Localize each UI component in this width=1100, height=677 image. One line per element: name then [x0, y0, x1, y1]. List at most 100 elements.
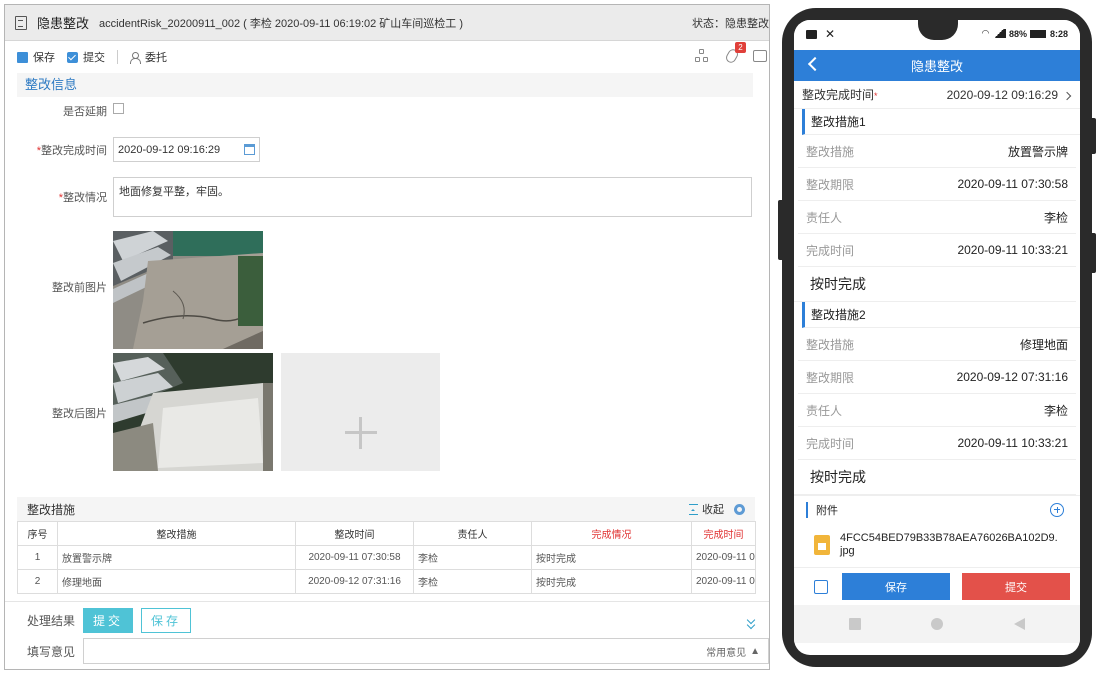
comment-icon[interactable] — [753, 50, 767, 62]
attachment-label: 附件 — [806, 501, 838, 518]
measure-group-title: 整改措施2 — [802, 302, 1080, 328]
collapse-icon[interactable] — [689, 503, 698, 515]
table-cell: 1 — [17, 545, 58, 570]
measure-group-title: 整改措施1 — [802, 109, 1080, 135]
finish-time-input[interactable]: 2020-09-12 09:16:29 — [113, 137, 260, 162]
mobile-nav-bar: 隐患整改 — [794, 50, 1080, 81]
system-nav-bar — [794, 605, 1080, 643]
mobile-submit-button[interactable]: 提交 — [962, 573, 1070, 600]
message-icon — [806, 29, 817, 39]
save-button[interactable]: 保存 — [17, 49, 55, 65]
column-header: 责任人 — [413, 521, 532, 546]
table-cell: 修理地面 — [57, 569, 296, 594]
chevron-right-icon — [1062, 91, 1072, 100]
attachment-count-badge: 2 — [735, 42, 746, 53]
field-value: 李检 — [1043, 210, 1068, 225]
attachment-item[interactable]: 4FCC54BED79B33B78AEA76026BA102D9.jpg — [794, 523, 1080, 567]
column-header: 整改时间 — [295, 521, 414, 546]
measures-title: 整改措施 — [27, 502, 76, 517]
checkbox-icon — [67, 51, 78, 63]
measures-header: 整改措施 收起 — [17, 497, 755, 521]
field-value: 李检 — [1043, 403, 1068, 418]
table-cell: 2020-09-11 09 — [691, 569, 756, 594]
attachment-filename: 4FCC54BED79B33B78AEA76026BA102D9.jpg — [840, 532, 1058, 557]
expand-icon[interactable] — [747, 617, 757, 629]
list-item: 责任人 李检 — [798, 201, 1076, 234]
user-icon — [130, 51, 141, 64]
delay-label: 是否延期 — [63, 106, 107, 118]
document-icon — [15, 15, 27, 30]
field-label: 完成时间 — [806, 243, 855, 258]
signal-icon — [991, 29, 1006, 38]
recents-key-icon[interactable] — [849, 618, 862, 630]
image-file-icon — [814, 535, 830, 555]
mobile-save-button[interactable]: 保存 — [842, 573, 950, 600]
delegate-button[interactable]: 委托 — [130, 49, 167, 65]
status-bar: ✕ ◠ 88% 8:28 — [794, 20, 1080, 50]
list-item: 完成时间 2020-09-11 10:33:21 — [798, 234, 1076, 267]
list-item: 完成时间 2020-09-11 10:33:21 — [798, 427, 1076, 460]
collapse-button[interactable]: 收起 — [702, 501, 724, 517]
measure-result: 按时完成 — [794, 460, 1076, 495]
table-row[interactable]: 2 修理地面 2020-09-12 07:31:16 李检 按时完成 2020-… — [17, 569, 756, 594]
opinion-input[interactable]: 常用意见 ▲ — [83, 638, 769, 664]
mobile-finish-time-label: 整改完成时间 — [802, 88, 875, 102]
list-item: 责任人 李检 — [798, 394, 1076, 427]
field-label: 责任人 — [806, 210, 843, 225]
delegate-label: 委托 — [145, 52, 167, 64]
bottom-submit-button[interactable]: 提交 — [83, 608, 134, 633]
table-cell: 李检 — [413, 545, 532, 570]
gear-icon[interactable] — [734, 503, 745, 515]
edit-icon[interactable] — [814, 579, 828, 594]
before-photo[interactable] — [113, 231, 263, 349]
home-key-icon[interactable] — [931, 618, 944, 630]
battery-percent: 88% — [1008, 28, 1027, 39]
required-mark: * — [874, 91, 878, 101]
window-title: 隐患整改 — [37, 16, 90, 31]
table-cell: 2020-09-11 07:30:58 — [295, 545, 414, 570]
status-textarea[interactable]: 地面修复平整，牢固。 — [113, 177, 752, 217]
field-value: 2020-09-11 07:30:58 — [957, 177, 1068, 191]
mobile-finish-time-row[interactable]: 整改完成时间* 2020-09-12 09:16:29 — [794, 81, 1080, 109]
list-item: 整改措施 放置警示牌 — [798, 135, 1076, 168]
status-row: *整改情况 地面修复平整，牢固。 — [5, 177, 752, 217]
section-title: 整改信息 — [17, 73, 753, 97]
submit-label: 提交 — [83, 52, 105, 64]
after-photo-label: 整改后图片 — [52, 408, 107, 420]
table-header-row: 序号 整改措施 整改时间 责任人 完成情况 完成时间 — [17, 521, 756, 546]
bottom-save-button[interactable]: 保存 — [141, 608, 192, 633]
table-row[interactable]: 1 放置警示牌 2020-09-11 07:30:58 李检 按时完成 2020… — [17, 545, 756, 570]
measure-result: 按时完成 — [794, 267, 1076, 302]
add-attachment-icon[interactable] — [1050, 502, 1064, 517]
field-label: 整改期限 — [806, 370, 855, 385]
common-opinion-dropdown[interactable]: 常用意见 — [706, 644, 746, 659]
table-cell: 放置警示牌 — [57, 545, 296, 570]
field-value: 2020-09-12 07:31:16 — [956, 370, 1068, 384]
toolbar-divider — [117, 50, 118, 64]
field-label: 整改期限 — [806, 177, 855, 192]
field-value: 2020-09-11 10:33:21 — [957, 243, 1068, 257]
record-subtitle: accidentRisk_20200911_002 ( 李检 2020-09-1… — [99, 17, 464, 30]
table-cell: 2020-09-11 09 — [691, 545, 756, 570]
back-icon[interactable] — [807, 56, 823, 72]
column-header: 完成情况 — [531, 521, 692, 546]
after-photo[interactable] — [113, 353, 273, 471]
add-photo-tile[interactable] — [281, 353, 440, 471]
bottom-panel: 处理结果 提交 保存 填写意见 常用意见 ▲ — [5, 601, 769, 669]
column-header: 序号 — [17, 521, 58, 546]
measures-table: 序号 整改措施 整改时间 责任人 完成情况 完成时间 1 放置警示牌 2020-… — [17, 521, 756, 594]
status-label-text: 整改情况 — [63, 192, 107, 204]
delay-row: 是否延期 — [5, 103, 124, 119]
after-photo-row: 整改后图片 — [5, 405, 113, 421]
delay-checkbox[interactable] — [113, 103, 124, 114]
back-key-icon[interactable] — [1013, 618, 1025, 630]
calendar-icon[interactable] — [244, 144, 255, 155]
workflow-icon[interactable] — [695, 49, 709, 63]
submit-button[interactable]: 提交 — [67, 49, 105, 65]
column-header: 完成时间 — [691, 521, 756, 546]
battery-icon — [1029, 29, 1046, 38]
table-cell: 2020-09-12 07:31:16 — [295, 569, 414, 594]
table-cell: 按时完成 — [531, 545, 692, 570]
finish-time-label: 整改完成时间 — [41, 144, 107, 157]
mobile-finish-time-value: 2020-09-12 09:16:29 — [946, 87, 1058, 102]
